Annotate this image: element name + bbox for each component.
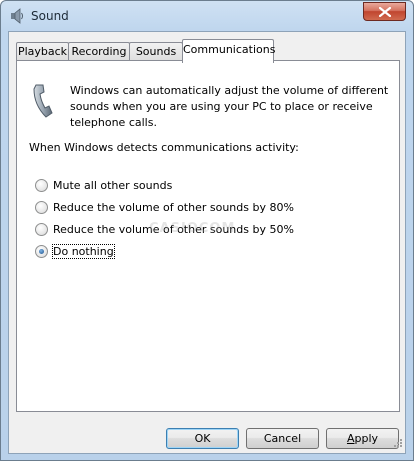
apply-button[interactable]: Apply [326,428,399,449]
option-label[interactable]: Do nothing [52,243,115,259]
communications-description: Windows can automatically adjust the vol… [70,84,389,129]
apply-label-rest: pply [354,432,379,445]
window-title: Sound [31,9,69,23]
close-x-icon [379,7,391,17]
detect-activity-label: When Windows detects communications acti… [29,141,299,154]
watermark: CASIOCOM [149,221,236,236]
radio-do-nothing[interactable] [35,244,48,258]
cancel-button[interactable]: Cancel [246,428,319,449]
radio-reduce-50[interactable] [35,222,48,236]
close-button[interactable] [363,2,406,21]
tab-sounds[interactable]: Sounds [129,42,183,62]
title-bar[interactable]: Sound [1,1,413,31]
option-reduce-80[interactable]: Reduce the volume of other sounds by 80% [35,199,294,215]
option-label[interactable]: Mute all other sounds [53,179,172,192]
tab-recording[interactable]: Recording [68,42,130,62]
radio-mute-all[interactable] [35,178,48,192]
speaker-icon [9,8,25,24]
ok-button[interactable]: OK [166,428,239,449]
tab-communications[interactable]: Communications [182,39,275,63]
telephone-handset-icon [30,83,54,119]
radio-reduce-80[interactable] [35,200,48,214]
apply-access-key: A [346,432,355,445]
resize-grip-icon[interactable] [393,438,403,451]
sound-dialog-window: Sound Playback Recording Sounds Communic… [0,0,414,461]
dialog-client-area: Playback Recording Sounds Communications [8,31,406,454]
option-mute-all[interactable]: Mute all other sounds [35,177,172,193]
tab-playback[interactable]: Playback [16,42,69,62]
option-label[interactable]: Reduce the volume of other sounds by 80% [53,201,294,214]
communications-panel: Windows can automatically adjust the vol… [16,60,400,412]
option-do-nothing[interactable]: Do nothing [35,243,115,259]
